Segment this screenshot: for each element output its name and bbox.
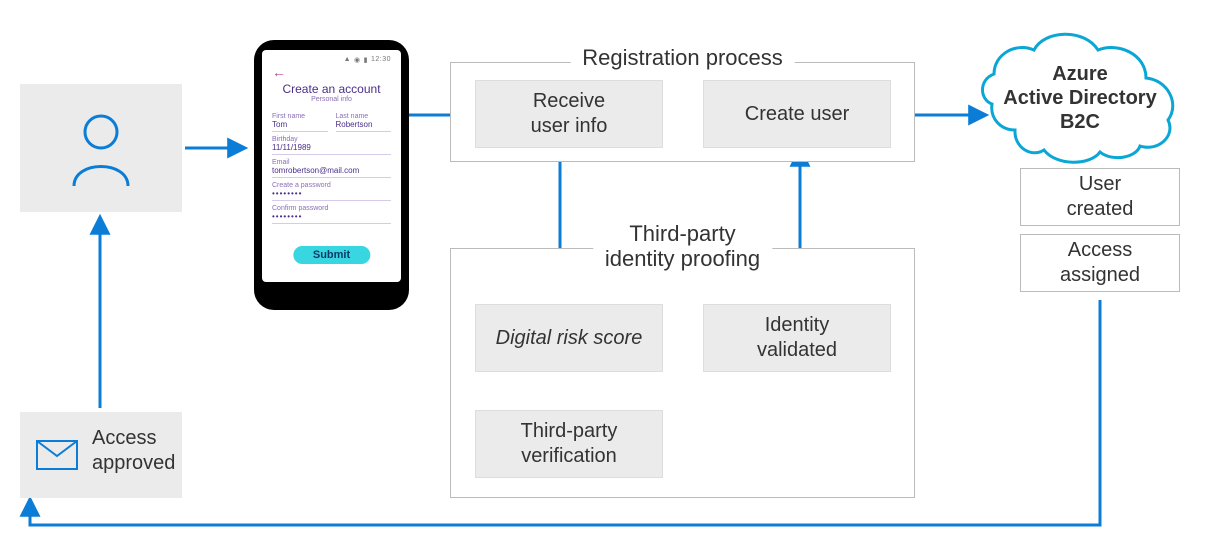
access-approved-label: Access approved (92, 426, 175, 476)
birthday-label: Birthday (272, 136, 391, 143)
proofing-title: Third-party identity proofing (593, 221, 772, 272)
birthday-field[interactable]: 11/11/1989 (272, 143, 391, 155)
registration-title: Registration process (570, 45, 795, 71)
first-name-label: First name (272, 113, 328, 120)
back-arrow-icon[interactable]: ← (272, 64, 391, 80)
wifi-icon: ◉ (354, 56, 361, 64)
password-label: Create a password (272, 182, 391, 189)
phone-mock: ▲ ◉ ▮ 12:30 ← Create an account Personal… (254, 40, 409, 310)
first-name-field[interactable]: Tom (272, 120, 328, 132)
azure-cloud-label: Azure Active Directory B2C (990, 62, 1170, 134)
submit-button[interactable]: Submit (293, 246, 370, 264)
third-party-verification-node: Third-party verification (475, 410, 663, 478)
digital-risk-score-node: Digital risk score (475, 304, 663, 372)
last-name-label: Last name (336, 113, 392, 120)
user-icon (66, 108, 136, 188)
mail-icon (36, 440, 78, 470)
receive-user-info-node: Receive user info (475, 80, 663, 148)
phone-time: 12:30 (371, 56, 391, 64)
last-name-field[interactable]: Robertson (336, 120, 392, 132)
password-field[interactable]: •••••••• (272, 189, 391, 201)
confirm-password-field[interactable]: •••••••• (272, 212, 391, 224)
user-icon-box (20, 84, 182, 212)
create-user-node: Create user (703, 80, 891, 148)
signal-icon: ▲ (344, 56, 351, 64)
email-label: Email (272, 159, 391, 166)
phone-subtitle: Personal info (272, 96, 391, 103)
confirm-password-label: Confirm password (272, 205, 391, 212)
phone-title: Create an account (272, 82, 391, 96)
access-assigned-node: Access assigned (1020, 234, 1180, 292)
user-created-node: User created (1020, 168, 1180, 226)
email-field[interactable]: tomrobertson@mail.com (272, 166, 391, 178)
phone-status-bar: ▲ ◉ ▮ 12:30 (272, 56, 391, 64)
battery-icon: ▮ (364, 56, 368, 64)
identity-validated-node: Identity validated (703, 304, 891, 372)
